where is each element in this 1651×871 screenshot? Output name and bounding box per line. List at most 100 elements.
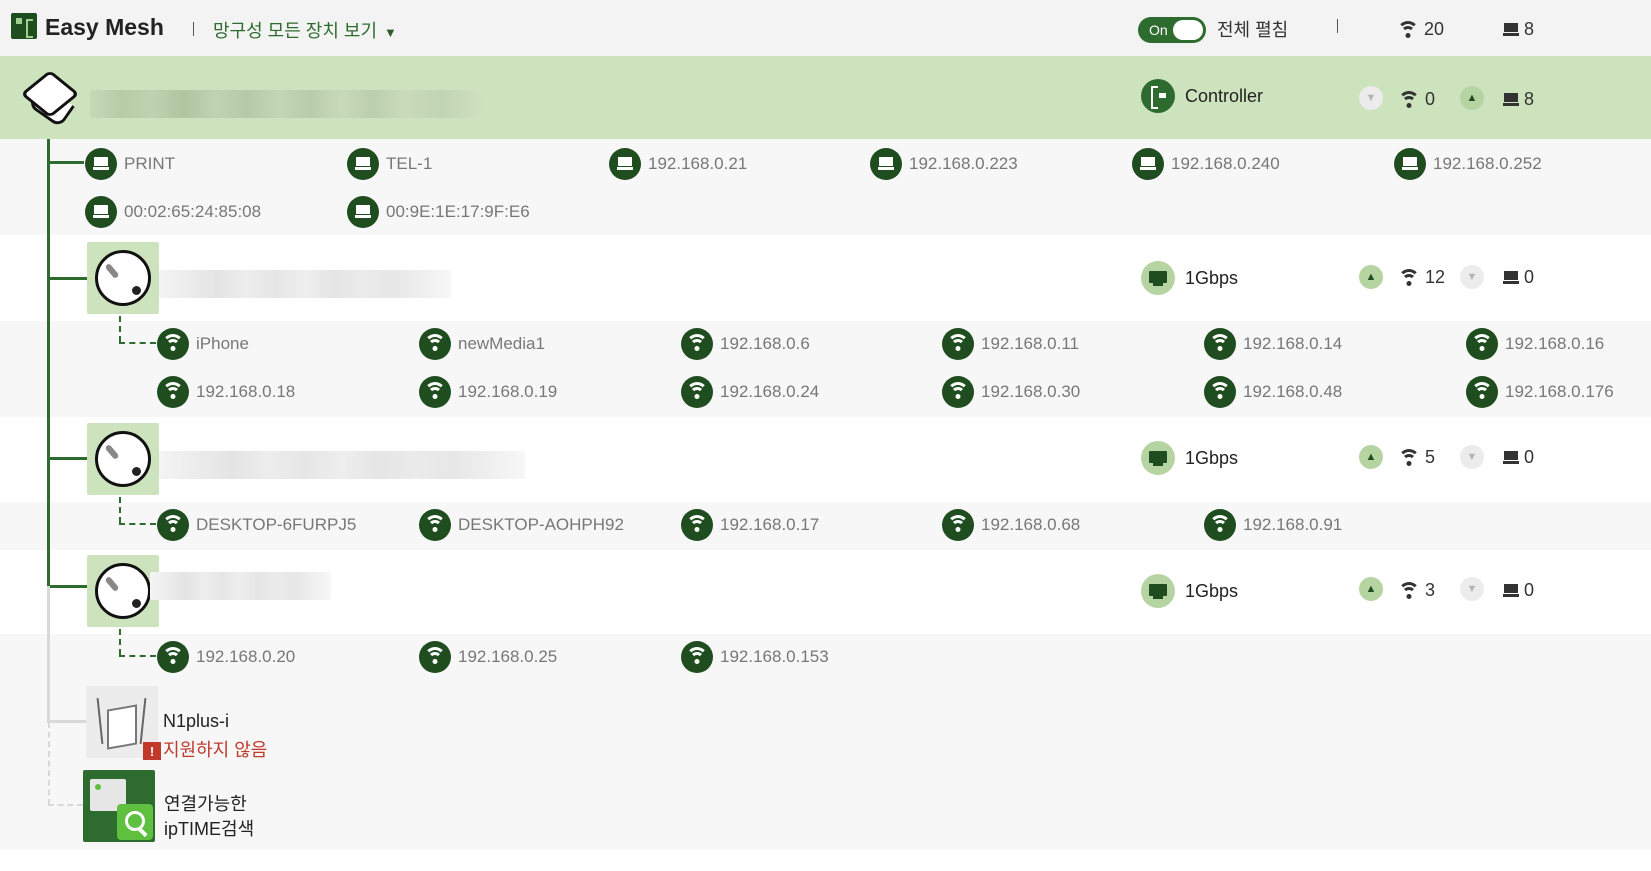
wifi-client[interactable]: 192.168.0.153 bbox=[681, 640, 829, 674]
wifi-branch-line bbox=[119, 655, 156, 657]
wired-client[interactable]: 00:9E:1E:17:9F:E6 bbox=[347, 195, 530, 229]
wired-client[interactable]: 192.168.0.252 bbox=[1394, 147, 1542, 181]
wifi-client[interactable]: DESKTOP-AOHPH92 bbox=[419, 508, 624, 542]
wifi-icon bbox=[157, 376, 189, 408]
client-label: 192.168.0.24 bbox=[720, 382, 820, 401]
wifi-icon bbox=[157, 328, 189, 360]
agent-wifi-value: 5 bbox=[1425, 447, 1436, 467]
expand-down-button[interactable]: ▼ bbox=[1359, 86, 1383, 110]
wifi-icon bbox=[1466, 376, 1498, 408]
wifi-icon bbox=[681, 328, 713, 360]
wifi-client[interactable]: 192.168.0.20 bbox=[157, 640, 295, 674]
ethernet-icon bbox=[1141, 574, 1175, 608]
client-label: 00:02:65:24:85:08 bbox=[124, 202, 262, 221]
wired-client[interactable]: TEL-1 bbox=[347, 147, 432, 181]
wifi-client[interactable]: 192.168.0.91 bbox=[1204, 508, 1342, 542]
wifi-client[interactable]: 192.168.0.11 bbox=[942, 327, 1079, 361]
wifi-client[interactable]: 192.168.0.6 bbox=[681, 327, 810, 361]
wifi-client[interactable]: 192.168.0.24 bbox=[681, 375, 819, 409]
collapse-up-button[interactable]: ▲ bbox=[1359, 265, 1383, 289]
tree-trunk-line bbox=[47, 139, 50, 586]
collapse-up-button[interactable]: ▲ bbox=[1460, 86, 1484, 110]
app-title: Easy Mesh bbox=[45, 14, 164, 40]
unsupported-device-name: N1plus-i bbox=[163, 711, 230, 731]
search-iptime-button[interactable]: 연결가능한 ipTIME검색 bbox=[164, 792, 254, 842]
wifi-client[interactable]: 192.168.0.19 bbox=[419, 375, 557, 409]
wired-client[interactable]: 00:02:65:24:85:08 bbox=[85, 195, 261, 229]
agent-wifi-count: 5 bbox=[1398, 447, 1435, 468]
pc-icon bbox=[1503, 270, 1519, 285]
inactive-trunk-line bbox=[47, 586, 50, 722]
pc-icon bbox=[870, 148, 902, 180]
wifi-icon bbox=[1398, 448, 1420, 467]
wifi-branch-line bbox=[119, 523, 156, 525]
agent-wifi-count: 3 bbox=[1398, 580, 1435, 601]
search-iptime-icon[interactable] bbox=[83, 770, 155, 842]
view-mode-select[interactable]: 망구성 모든 장치 보기 ▼ bbox=[213, 17, 397, 43]
wifi-icon bbox=[1204, 328, 1236, 360]
client-label: 192.168.0.11 bbox=[981, 334, 1079, 353]
client-label: TEL-1 bbox=[386, 154, 433, 173]
agent-router-icon[interactable] bbox=[87, 423, 159, 495]
dropdown-arrow-icon: ▼ bbox=[384, 25, 397, 40]
expand-all-toggle[interactable]: On bbox=[1138, 17, 1206, 43]
agent-name-redacted bbox=[159, 270, 451, 298]
controller-name-redacted bbox=[90, 90, 482, 118]
wifi-icon bbox=[681, 376, 713, 408]
client-label: PRINT bbox=[124, 154, 175, 173]
wifi-client[interactable]: 192.168.0.176 bbox=[1466, 375, 1614, 409]
pc-icon bbox=[609, 148, 641, 180]
wifi-client[interactable]: 192.168.0.30 bbox=[942, 375, 1080, 409]
controller-role-label: Controller bbox=[1185, 85, 1264, 106]
collapse-up-button[interactable]: ▲ bbox=[1359, 445, 1383, 469]
wifi-icon bbox=[1466, 328, 1498, 360]
client-label: 192.168.0.252 bbox=[1433, 154, 1542, 173]
collapse-up-button[interactable]: ▲ bbox=[1359, 577, 1383, 601]
wired-client[interactable]: PRINT bbox=[85, 147, 175, 181]
wifi-client[interactable]: 192.168.0.48 bbox=[1204, 375, 1342, 409]
search-branch-line bbox=[48, 804, 83, 806]
agent-name-redacted bbox=[150, 572, 331, 600]
total-wifi-count: 20 bbox=[1397, 19, 1444, 40]
wifi-client[interactable]: newMedia1 bbox=[419, 327, 545, 361]
wifi-branch-line bbox=[119, 497, 121, 523]
wifi-client[interactable]: 192.168.0.18 bbox=[157, 375, 295, 409]
pc-icon bbox=[85, 196, 117, 228]
agent-wired-count: 0 bbox=[1503, 267, 1534, 288]
agent-router-icon[interactable] bbox=[87, 242, 159, 314]
tree-branch-line bbox=[47, 277, 87, 280]
client-label: 192.168.0.17 bbox=[720, 515, 820, 534]
wired-client[interactable]: 192.168.0.21 bbox=[609, 147, 747, 181]
client-label: 192.168.0.176 bbox=[1505, 382, 1614, 401]
controller-wired-count: 8 bbox=[1503, 89, 1534, 110]
warning-icon: ! bbox=[143, 742, 161, 760]
wifi-client[interactable]: 192.168.0.25 bbox=[419, 640, 557, 674]
wifi-client[interactable]: 192.168.0.17 bbox=[681, 508, 819, 542]
wifi-icon bbox=[1397, 20, 1419, 39]
agent-router-icon[interactable] bbox=[87, 555, 159, 627]
view-mode-label: 망구성 모든 장치 보기 bbox=[213, 21, 378, 41]
agent-link-speed: 1Gbps bbox=[1185, 580, 1239, 601]
wifi-client[interactable]: 192.168.0.68 bbox=[942, 508, 1080, 542]
ethernet-icon bbox=[1141, 261, 1175, 295]
wifi-icon bbox=[419, 328, 451, 360]
wifi-icon bbox=[1398, 268, 1420, 287]
expand-down-button[interactable]: ▼ bbox=[1460, 265, 1484, 289]
client-label: 192.168.0.240 bbox=[1171, 154, 1280, 173]
wired-client[interactable]: 192.168.0.223 bbox=[870, 147, 1018, 181]
wifi-icon bbox=[1398, 581, 1420, 600]
client-label: 192.168.0.18 bbox=[196, 382, 296, 401]
wired-client[interactable]: 192.168.0.240 bbox=[1132, 147, 1280, 181]
expand-down-button[interactable]: ▼ bbox=[1460, 577, 1484, 601]
expand-down-button[interactable]: ▼ bbox=[1460, 445, 1484, 469]
client-label: DESKTOP-6FURPJ5 bbox=[196, 515, 357, 534]
wifi-client[interactable]: 192.168.0.16 bbox=[1466, 327, 1604, 361]
client-label: 192.168.0.20 bbox=[196, 647, 296, 666]
stats-divider bbox=[1337, 19, 1338, 33]
controller-router-icon[interactable] bbox=[20, 69, 80, 129]
client-label: 192.168.0.16 bbox=[1505, 334, 1605, 353]
wifi-client[interactable]: iPhone bbox=[157, 327, 249, 361]
wifi-client[interactable]: 192.168.0.14 bbox=[1204, 327, 1342, 361]
tree-branch-line bbox=[47, 161, 84, 164]
wifi-client[interactable]: DESKTOP-6FURPJ5 bbox=[157, 508, 356, 542]
